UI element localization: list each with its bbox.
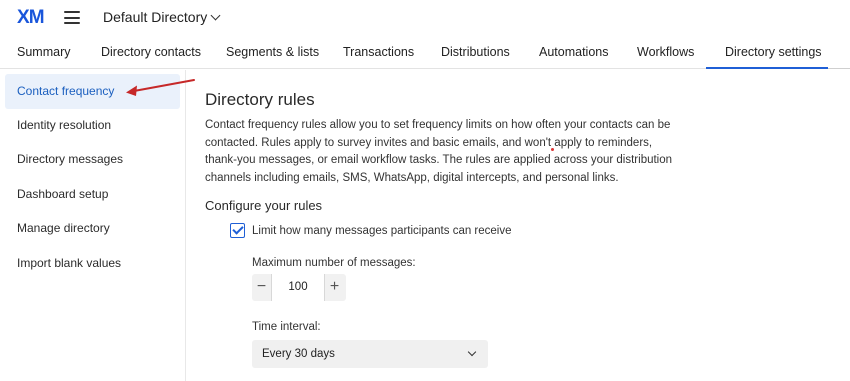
tab-divider xyxy=(828,68,850,69)
chevron-down-icon xyxy=(210,10,221,20)
xm-logo[interactable]: XM xyxy=(17,7,45,29)
rules-description: Contact frequency rules allow you to set… xyxy=(205,119,673,184)
time-interval-label: Time interval: xyxy=(252,321,321,333)
logo-m: M xyxy=(28,7,45,28)
tab-directory-settings[interactable]: Directory settings xyxy=(725,45,822,59)
settings-sidebar: Contact frequency Identity resolution Di… xyxy=(0,70,186,381)
sidebar-item-dashboard-setup[interactable]: Dashboard setup xyxy=(5,177,180,212)
max-messages-stepper: − 100 + xyxy=(252,274,346,301)
limit-messages-checkbox[interactable] xyxy=(230,223,245,238)
tab-segments-lists[interactable]: Segments & lists xyxy=(226,45,319,59)
limit-messages-label: Limit how many messages participants can… xyxy=(252,224,512,237)
tab-bar: Summary Directory contacts Segments & li… xyxy=(0,36,850,69)
tab-workflows[interactable]: Workflows xyxy=(637,45,694,59)
sidebar-item-manage-directory[interactable]: Manage directory xyxy=(5,211,180,246)
directory-name: Default Directory xyxy=(103,9,208,25)
decrement-button[interactable]: − xyxy=(252,274,271,301)
max-messages-input[interactable]: 100 xyxy=(271,274,325,301)
cursor-dot xyxy=(551,148,554,151)
page-title: Directory rules xyxy=(205,90,315,109)
tab-automations[interactable]: Automations xyxy=(539,45,608,59)
tab-distributions[interactable]: Distributions xyxy=(441,45,510,59)
chevron-down-icon xyxy=(467,347,477,357)
max-messages-label: Maximum number of messages: xyxy=(252,257,416,269)
logo-x: X xyxy=(17,7,30,28)
increment-button[interactable]: + xyxy=(325,274,344,301)
top-bar: XM Default Directory xyxy=(0,0,850,36)
tab-transactions[interactable]: Transactions xyxy=(343,45,414,59)
sidebar-item-identity-resolution[interactable]: Identity resolution xyxy=(5,108,180,143)
hamburger-icon[interactable] xyxy=(64,11,80,24)
directory-selector[interactable]: Default Directory xyxy=(103,9,221,25)
sidebar-item-import-blank-values[interactable]: Import blank values xyxy=(5,246,180,281)
limit-messages-option[interactable]: Limit how many messages participants can… xyxy=(230,223,512,238)
active-tab-indicator xyxy=(706,67,828,69)
sidebar-item-directory-messages[interactable]: Directory messages xyxy=(5,142,180,177)
time-interval-select[interactable]: Every 30 days xyxy=(252,340,488,368)
section-title: Configure your rules xyxy=(205,198,323,213)
time-interval-value: Every 30 days xyxy=(262,348,335,360)
tab-summary[interactable]: Summary xyxy=(17,45,70,59)
red-arrow-icon xyxy=(126,79,195,96)
tab-directory-contacts[interactable]: Directory contacts xyxy=(101,45,201,59)
